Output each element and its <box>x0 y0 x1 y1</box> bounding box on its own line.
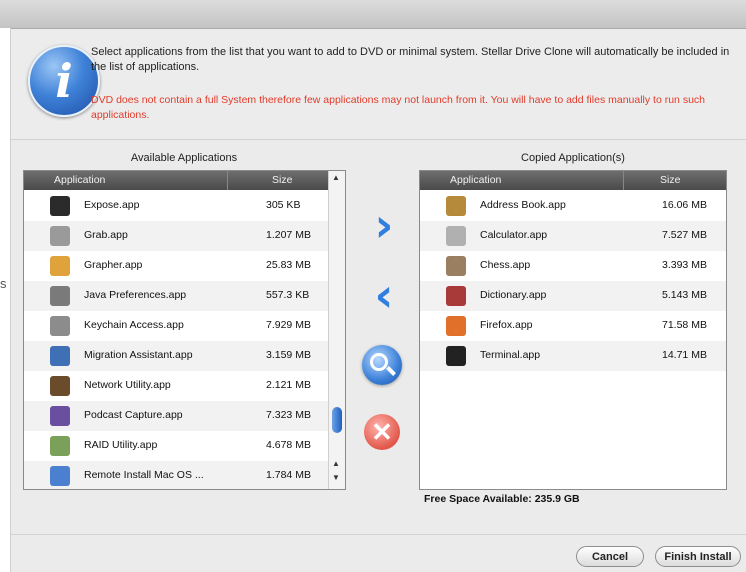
available-list-header: Application Size <box>24 171 329 190</box>
app-size: 5.143 MB <box>662 289 707 301</box>
column-header-size[interactable]: Size <box>272 174 292 186</box>
dictionary-icon <box>446 286 466 306</box>
app-name: Address Book.app <box>480 199 566 211</box>
finish-install-button[interactable]: Finish Install <box>655 546 741 567</box>
copied-title: Copied Application(s) <box>521 152 625 164</box>
app-size: 7.323 MB <box>266 409 311 421</box>
app-name: Podcast Capture.app <box>84 409 183 421</box>
instruction-text: Select applications from the list that y… <box>91 46 730 73</box>
grapher-icon <box>50 256 70 276</box>
app-size: 7.929 MB <box>266 319 311 331</box>
app-size: 3.159 MB <box>266 349 311 361</box>
copied-row[interactable]: Dictionary.app 5.143 MB <box>420 281 726 311</box>
app-name: Calculator.app <box>480 229 548 241</box>
network-utility-icon <box>50 376 70 396</box>
expose-icon <box>50 196 70 216</box>
firefox-icon <box>446 316 466 336</box>
available-title: Available Applications <box>130 152 238 164</box>
free-space-label: Free Space Available: 235.9 GB <box>424 493 580 505</box>
copied-row[interactable]: Address Book.app 16.06 MB <box>420 191 726 221</box>
available-row[interactable]: Java Preferences.app 557.3 KB <box>24 281 328 311</box>
app-size: 305 KB <box>266 199 301 211</box>
available-row[interactable]: Keychain Access.app 7.929 MB <box>24 311 328 341</box>
app-size: 1.207 MB <box>266 229 311 241</box>
app-name: Expose.app <box>84 199 140 211</box>
app-name: Migration Assistant.app <box>84 349 193 361</box>
scroll-up-arrow-bottom[interactable]: ▲ <box>332 459 340 468</box>
grab-icon <box>50 226 70 246</box>
remote-install-icon <box>50 466 70 486</box>
column-header-size[interactable]: Size <box>660 174 680 186</box>
app-name: Chess.app <box>480 259 531 271</box>
copied-row[interactable]: Calculator.app 7.527 MB <box>420 221 726 251</box>
app-size: 1.784 MB <box>266 469 311 481</box>
available-row[interactable]: Migration Assistant.app 3.159 MB <box>24 341 328 371</box>
available-row[interactable]: Expose.app 305 KB <box>24 191 328 221</box>
calculator-icon <box>446 226 466 246</box>
keychain-access-icon <box>50 316 70 336</box>
copied-row[interactable]: Firefox.app 71.58 MB <box>420 311 726 341</box>
available-row[interactable]: Grapher.app 25.83 MB <box>24 251 328 281</box>
chess-icon <box>446 256 466 276</box>
copied-applications-list[interactable]: Application Size Address Book.app 16.06 M… <box>419 170 727 490</box>
available-row[interactable]: Podcast Capture.app 7.323 MB <box>24 401 328 431</box>
info-icon: i <box>28 45 100 117</box>
available-row[interactable]: Network Utility.app 2.121 MB <box>24 371 328 401</box>
app-size: 7.527 MB <box>662 229 707 241</box>
java-preferences-icon <box>50 286 70 306</box>
app-name: Network Utility.app <box>84 379 171 391</box>
app-size: 2.121 MB <box>266 379 311 391</box>
app-size: 14.71 MB <box>662 349 707 361</box>
app-size: 3.393 MB <box>662 259 707 271</box>
available-applications-list[interactable]: Application Size Expose.app 305 KB Grab.ap… <box>23 170 346 490</box>
app-size: 4.678 MB <box>266 439 311 451</box>
footer-divider <box>11 534 746 535</box>
app-name: Grab.app <box>84 229 128 241</box>
migration-assistant-icon <box>50 346 70 366</box>
dialog-window: s i Select applications from the list th… <box>0 0 746 572</box>
app-size: 71.58 MB <box>662 319 707 331</box>
search-button[interactable] <box>362 345 402 385</box>
raid-utility-icon <box>50 436 70 456</box>
scrollbar-thumb[interactable] <box>332 407 342 433</box>
title-bar <box>0 0 746 29</box>
copied-row[interactable]: Terminal.app 14.71 MB <box>420 341 726 371</box>
app-name: Grapher.app <box>84 259 143 271</box>
app-name: Java Preferences.app <box>84 289 187 301</box>
copied-row[interactable]: Chess.app 3.393 MB <box>420 251 726 281</box>
cancel-button[interactable]: Cancel <box>576 546 644 567</box>
warning-text: DVD does not contain a full System there… <box>91 94 705 121</box>
info-header: i Select applications from the list that… <box>11 29 746 140</box>
scroll-up-arrow[interactable]: ▲ <box>332 173 340 182</box>
copied-list-header: Application Size <box>420 171 726 190</box>
add-arrow-button[interactable]: › <box>360 202 408 250</box>
app-name: Firefox.app <box>480 319 533 331</box>
app-size: 557.3 KB <box>266 289 310 301</box>
available-row[interactable]: Remote Install Mac OS ... 1.784 MB <box>24 461 328 489</box>
available-scrollbar[interactable]: ▲ ▲ ▼ <box>328 171 345 489</box>
column-header-application[interactable]: Application <box>450 174 501 186</box>
remove-arrow-button[interactable]: ‹ <box>360 272 408 320</box>
address-book-icon <box>446 196 466 216</box>
stray-label: s <box>0 276 7 291</box>
app-name: Remote Install Mac OS ... <box>84 469 204 481</box>
terminal-icon <box>446 346 466 366</box>
app-name: Dictionary.app <box>480 289 547 301</box>
clear-button[interactable]: ✕ <box>364 414 400 450</box>
available-row[interactable]: RAID Utility.app 4.678 MB <box>24 431 328 461</box>
app-size: 25.83 MB <box>266 259 311 271</box>
scroll-down-arrow[interactable]: ▼ <box>332 473 340 482</box>
app-name: RAID Utility.app <box>84 439 158 451</box>
left-window-edge <box>0 28 11 572</box>
app-name: Keychain Access.app <box>84 319 184 331</box>
column-header-application[interactable]: Application <box>54 174 105 186</box>
app-size: 16.06 MB <box>662 199 707 211</box>
app-name: Terminal.app <box>480 349 541 361</box>
available-row[interactable]: Grab.app 1.207 MB <box>24 221 328 251</box>
podcast-capture-icon <box>50 406 70 426</box>
